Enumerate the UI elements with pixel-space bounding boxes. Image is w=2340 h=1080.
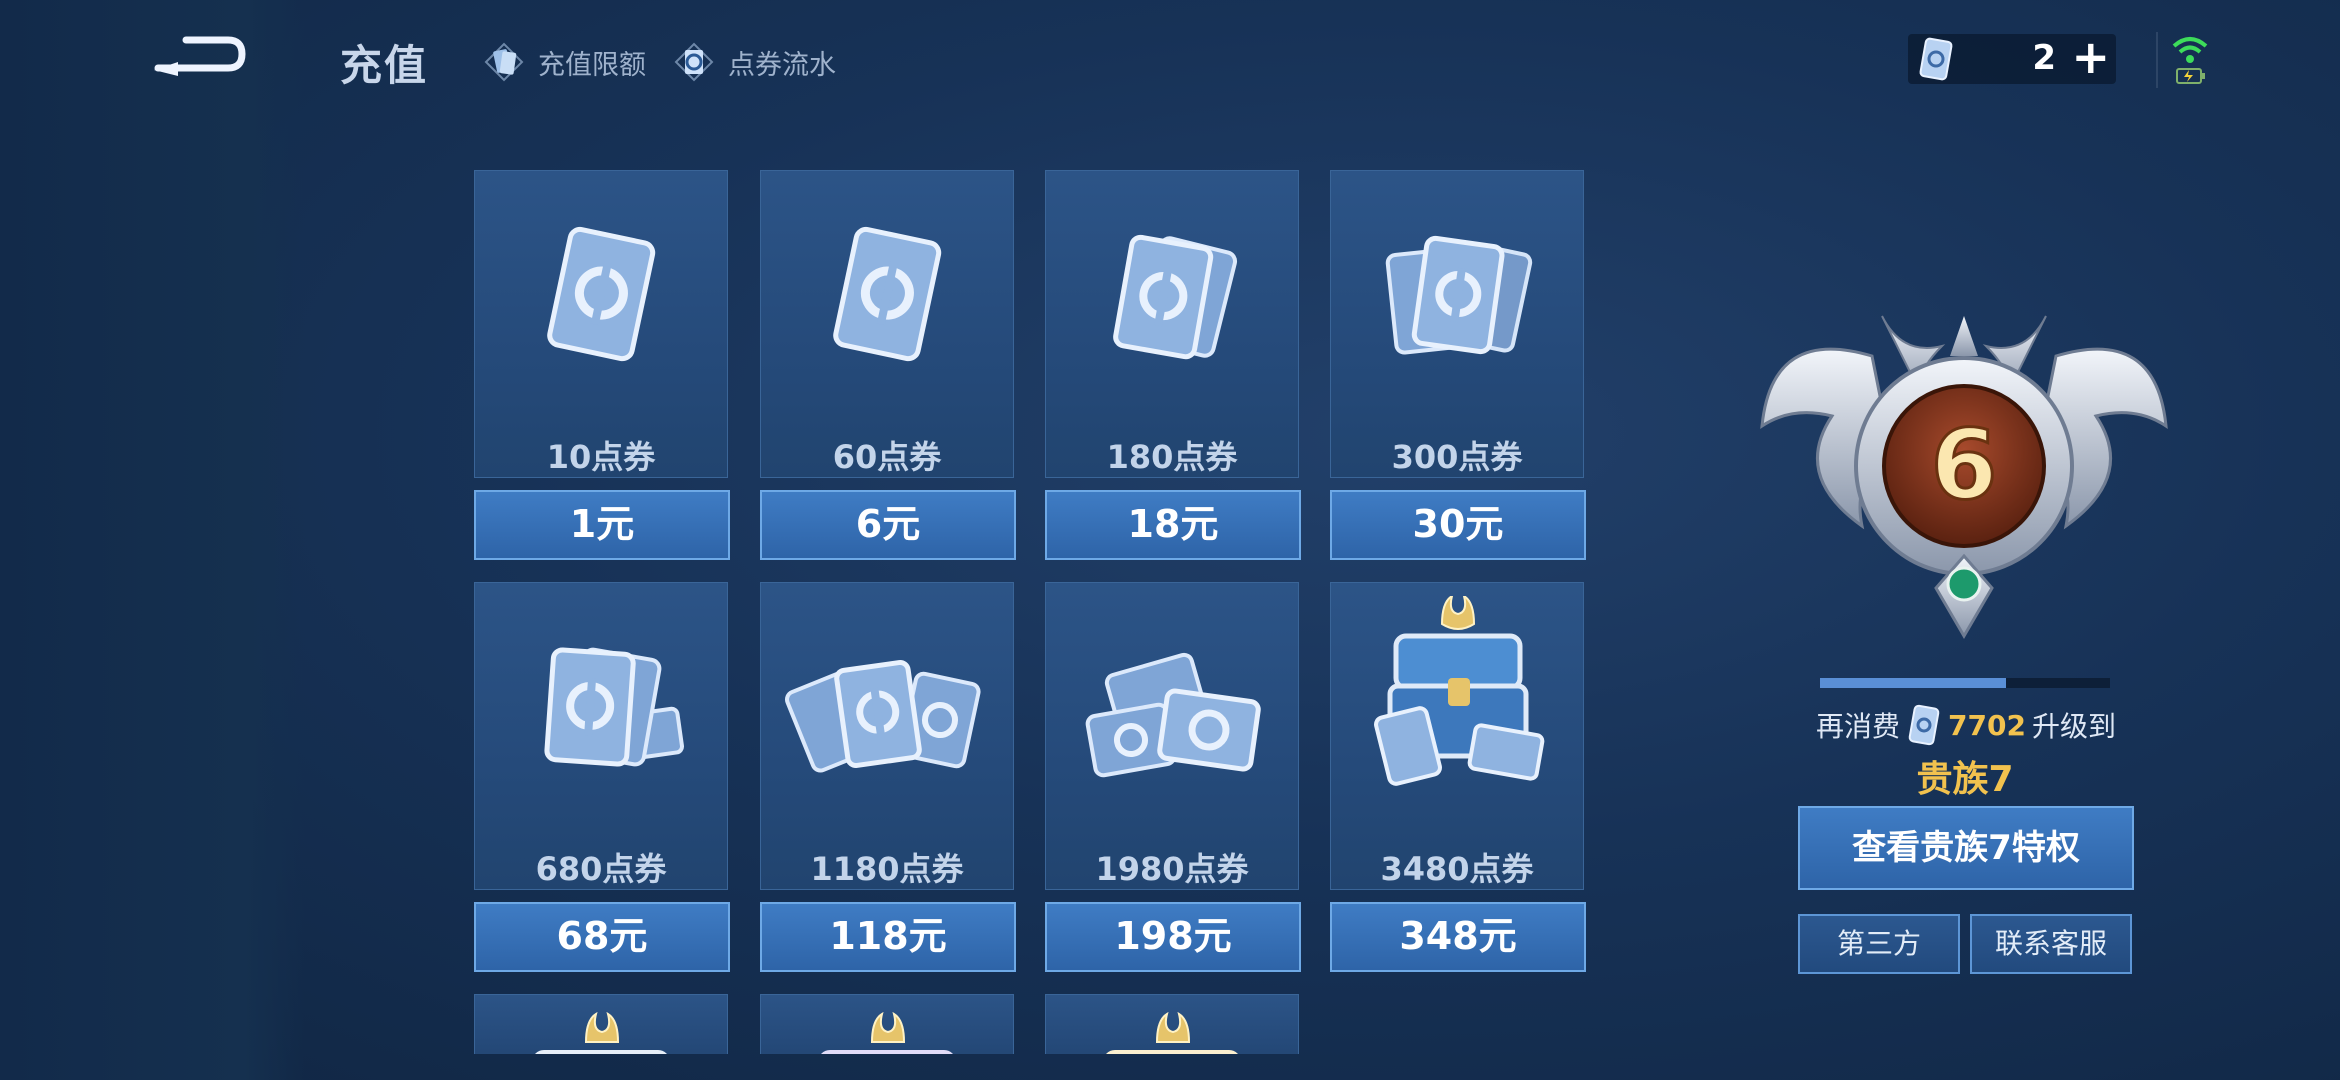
voucher-icon	[1908, 704, 1940, 746]
card-label: 1180点券	[810, 850, 964, 888]
upgrade-suffix: 升级到	[2031, 710, 2116, 743]
back-arrow-icon[interactable]	[148, 30, 248, 82]
noble-target-level: 贵族7	[1916, 759, 2014, 800]
recharge-limit-link[interactable]: 充值限额	[480, 38, 646, 86]
recharge-card[interactable]	[474, 994, 730, 1054]
card-label: 60点券	[832, 438, 942, 476]
page-title: 充值	[340, 41, 429, 90]
voucher-history-link[interactable]: 点券流水	[670, 38, 836, 86]
price-button[interactable]: 18元	[1045, 490, 1301, 560]
treasure-chest-icon	[1374, 596, 1545, 786]
card-label: 680点券	[535, 850, 667, 888]
voucher-pile-icon	[785, 659, 981, 773]
gold-chest-icon	[1106, 1011, 1238, 1054]
contact-service-button[interactable]: 联系客服	[1970, 914, 2132, 974]
voucher-icon	[1919, 37, 1953, 81]
price-button[interactable]: 30元	[1330, 490, 1586, 560]
view-privilege-button[interactable]: 查看贵族7特权	[1798, 806, 2134, 890]
upgrade-prefix: 再消费	[1816, 710, 1901, 743]
price-button[interactable]: 348元	[1330, 902, 1586, 972]
card-label: 180点券	[1106, 438, 1238, 476]
recharge-card[interactable]	[1045, 994, 1301, 1054]
card-label: 300点券	[1391, 438, 1523, 476]
double-voucher-icon	[1113, 234, 1238, 360]
price-button[interactable]: 198元	[1045, 902, 1301, 972]
noble-level-number: 6	[1931, 409, 1998, 521]
card-label: 1980点券	[1095, 850, 1249, 888]
voucher-history-label: 点券流水	[728, 49, 836, 81]
price-button[interactable]: 118元	[760, 902, 1016, 972]
noble-progress-fill	[1820, 678, 2006, 688]
triple-voucher-icon	[1385, 235, 1533, 355]
card-label: 10点券	[546, 438, 656, 476]
add-voucher-button[interactable]: +	[2071, 32, 2110, 82]
divider	[2156, 32, 2158, 88]
recharge-limit-label: 充值限额	[538, 49, 646, 81]
battery-icon	[2176, 68, 2205, 84]
voucher-stack-icon	[544, 647, 684, 767]
single-voucher-icon	[833, 226, 942, 362]
third-party-button[interactable]: 第三方	[1798, 914, 1960, 974]
silver-chest-icon	[535, 1011, 667, 1054]
upgrade-info: 再消费 7702 升级到	[1816, 704, 2116, 746]
voucher-icon	[674, 42, 714, 82]
wifi-icon	[2172, 37, 2208, 63]
card-icon	[484, 42, 524, 82]
voucher-balance: 2 +	[1908, 32, 2116, 84]
upgrade-amount: 7702	[1948, 708, 2026, 742]
voucher-heap-icon	[1085, 652, 1261, 778]
price-button[interactable]: 68元	[474, 902, 730, 972]
price-button[interactable]: 1元	[474, 490, 730, 560]
noble-progress-bar	[1820, 678, 2110, 688]
noble-badge-icon: 6	[1760, 315, 2168, 639]
single-voucher-icon	[547, 226, 656, 362]
voucher-count: 2	[2032, 38, 2056, 78]
card-label: 3480点券	[1380, 850, 1534, 888]
left-background-strip	[0, 0, 305, 1080]
recharge-card[interactable]	[760, 994, 1016, 1054]
price-button[interactable]: 6元	[760, 490, 1016, 560]
purple-chest-icon	[821, 1011, 953, 1054]
